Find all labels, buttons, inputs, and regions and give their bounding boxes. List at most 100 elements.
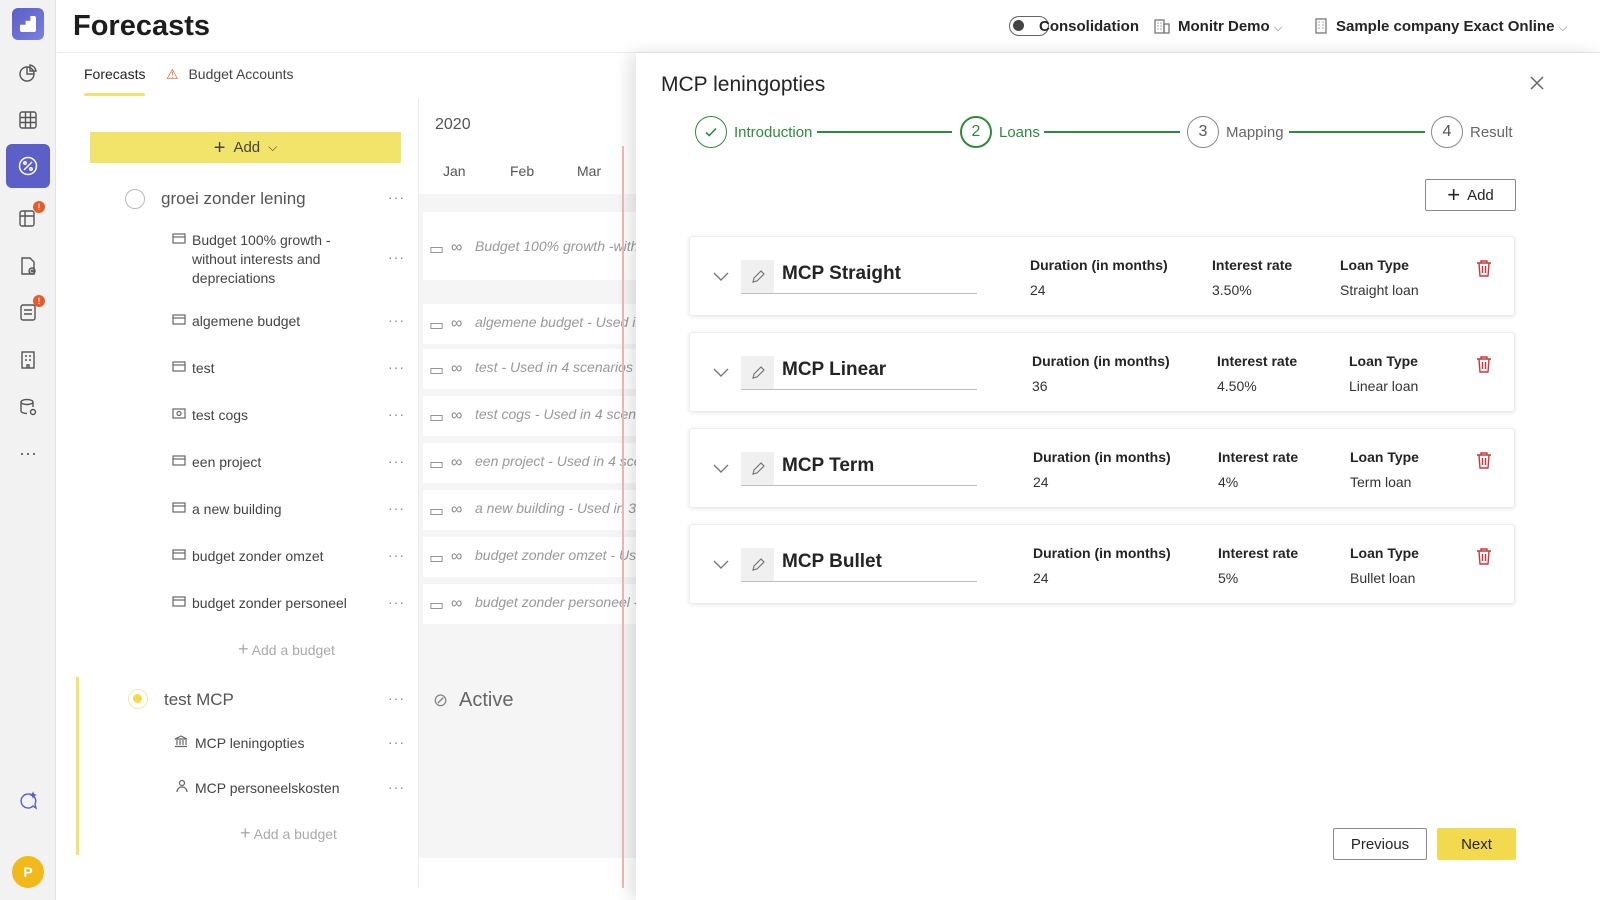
name-underline [741, 485, 977, 486]
app-logo[interactable] [12, 8, 44, 40]
more-options-icon[interactable]: ··· [388, 547, 405, 563]
organization-selector[interactable]: Monitr Demo ⌵ [1178, 18, 1282, 35]
timeline-row[interactable]: ▭ ∞ test cogs - Used in 4 scenar [423, 396, 645, 436]
scenario-name[interactable]: test MCP [164, 690, 234, 710]
previous-button[interactable]: Previous [1333, 828, 1427, 860]
timeline-row[interactable]: ▭ ∞ budget zonder omzet - Use [423, 537, 644, 577]
delete-icon[interactable] [1476, 547, 1492, 565]
warning-badge: ! [33, 201, 45, 213]
more-options-icon[interactable]: ··· [388, 779, 405, 795]
timeline-row[interactable]: ▭ ∞ test - Used in 4 scenarios [423, 349, 641, 389]
next-button[interactable]: Next [1437, 828, 1516, 860]
chevron-down-icon[interactable] [713, 556, 729, 572]
more-options-icon[interactable]: ··· [388, 594, 405, 610]
active-scenario-indicator [76, 677, 79, 855]
company-selector[interactable]: Sample company Exact Online ⌵ [1336, 18, 1567, 35]
budget-item[interactable]: MCP leningopties [195, 734, 375, 753]
loan-name[interactable]: MCP Term [782, 455, 874, 477]
timeline-row[interactable]: ▭ ∞ Budget 100% growth -without [423, 212, 645, 280]
edit-icon[interactable] [741, 452, 774, 485]
chevron-down-icon[interactable] [713, 460, 729, 476]
loan-card: MCP Term Duration (in months) 24 Interes… [689, 428, 1515, 508]
close-icon[interactable] [1529, 75, 1547, 93]
budget-table-icon[interactable]: ! [16, 201, 45, 230]
add-budget-link[interactable]: + Add a budget [238, 639, 335, 660]
timeline: 2020 Jan Feb Mar ▭ ∞ Budget 100% growth -… [418, 98, 645, 888]
dashboard-icon[interactable] [16, 62, 40, 86]
duration-header: Duration (in months) [1033, 545, 1171, 561]
budget-item[interactable]: budget zonder omzet [192, 547, 372, 566]
loan-type-value: Bullet loan [1350, 570, 1416, 586]
budget-icon: ▭ [429, 362, 445, 379]
budget-icon: ▭ [429, 317, 445, 334]
budget-item[interactable]: MCP personeelskosten [195, 779, 375, 798]
scenario-radio[interactable] [125, 189, 145, 209]
budget-item[interactable]: test [192, 359, 372, 378]
loan-type-header: Loan Type [1350, 545, 1419, 561]
edit-icon[interactable] [741, 548, 774, 581]
more-options-icon[interactable]: ··· [388, 312, 405, 328]
scenario-name[interactable]: groei zonder lening [161, 189, 306, 209]
more-options-icon[interactable]: ··· [388, 406, 405, 422]
budget-item[interactable]: test cogs [192, 406, 372, 425]
loan-name[interactable]: MCP Bullet [782, 551, 882, 573]
more-options-icon[interactable]: ··· [388, 690, 405, 706]
delete-icon[interactable] [1476, 259, 1492, 277]
timeline-row[interactable]: ▭ ∞ algemene budget - Used in [423, 304, 643, 344]
step-loans[interactable]: 2 Loans [960, 115, 1040, 149]
duration-header: Duration (in months) [1033, 449, 1171, 465]
step-number: 4 [1431, 116, 1463, 148]
edit-icon[interactable] [741, 356, 774, 389]
tasks-icon[interactable]: ! [16, 295, 45, 324]
user-avatar[interactable]: P [12, 856, 44, 888]
budget-item[interactable]: een project [192, 453, 372, 472]
budget-item[interactable]: budget zonder personeel [192, 594, 372, 613]
step-result[interactable]: 4 Result [1431, 115, 1513, 149]
loan-name[interactable]: MCP Linear [782, 359, 886, 381]
more-options-icon[interactable]: ··· [388, 249, 405, 265]
timeline-row[interactable]: ▭ ∞ een project - Used in 4 scer [423, 443, 645, 483]
chevron-down-icon[interactable] [713, 364, 729, 380]
scenario-radio-selected[interactable] [128, 689, 148, 709]
forecasts-icon[interactable] [6, 144, 50, 188]
more-options-icon[interactable]: ··· [388, 734, 405, 750]
panel-title: MCP leningopties [661, 73, 826, 96]
loan-name[interactable]: MCP Straight [782, 263, 901, 285]
chat-sparkle-icon[interactable] [16, 789, 40, 813]
budget-item[interactable]: algemene budget [192, 312, 372, 331]
add-dropdown-button[interactable]: + Add ⌵ [90, 132, 401, 163]
tab-forecasts[interactable]: Forecasts [84, 66, 146, 96]
link-icon: ∞ [451, 360, 463, 377]
delete-icon[interactable] [1476, 451, 1492, 469]
more-options-icon[interactable]: ··· [388, 453, 405, 469]
timeline-budget-text: test cogs - Used in 4 scenar [475, 406, 645, 422]
chevron-down-icon: ⌵ [1558, 22, 1567, 34]
more-options-icon[interactable]: ··· [388, 500, 405, 516]
add-budget-link[interactable]: + Add a budget [240, 823, 337, 844]
timeline-row[interactable]: ▭ ∞ budget zonder personeel - [423, 584, 641, 624]
more-icon[interactable]: ··· [16, 441, 40, 465]
duration-value: 36 [1032, 378, 1048, 394]
budget-icon [172, 359, 186, 373]
add-loan-button[interactable]: + Add [1425, 179, 1516, 211]
building-icon[interactable] [16, 348, 40, 372]
interest-header: Interest rate [1218, 449, 1299, 465]
step-introduction[interactable]: Introduction [695, 115, 812, 149]
plus-icon: + [240, 823, 251, 843]
database-settings-icon[interactable] [16, 395, 40, 419]
budget-item[interactable]: Budget 100% growth -without interests an… [192, 231, 372, 288]
timeline-row[interactable]: ▭ ∞ a new building - Used in 3 s [423, 490, 645, 530]
edit-icon[interactable] [741, 260, 774, 293]
step-mapping[interactable]: 3 Mapping [1187, 115, 1284, 149]
report-add-icon[interactable] [16, 254, 40, 278]
delete-icon[interactable] [1476, 355, 1492, 373]
loan-options-panel: MCP leningopties Introduction 2 Loans 3 … [636, 53, 1600, 900]
tab-budget-accounts[interactable]: ⚠ Budget Accounts [166, 66, 294, 83]
chevron-down-icon[interactable] [713, 268, 729, 284]
step-connector [1289, 131, 1425, 133]
budget-icon: ▭ [429, 597, 445, 614]
more-options-icon[interactable]: ··· [388, 189, 405, 205]
grid-icon[interactable] [16, 108, 40, 132]
budget-item[interactable]: a new building [192, 500, 372, 519]
more-options-icon[interactable]: ··· [388, 359, 405, 375]
